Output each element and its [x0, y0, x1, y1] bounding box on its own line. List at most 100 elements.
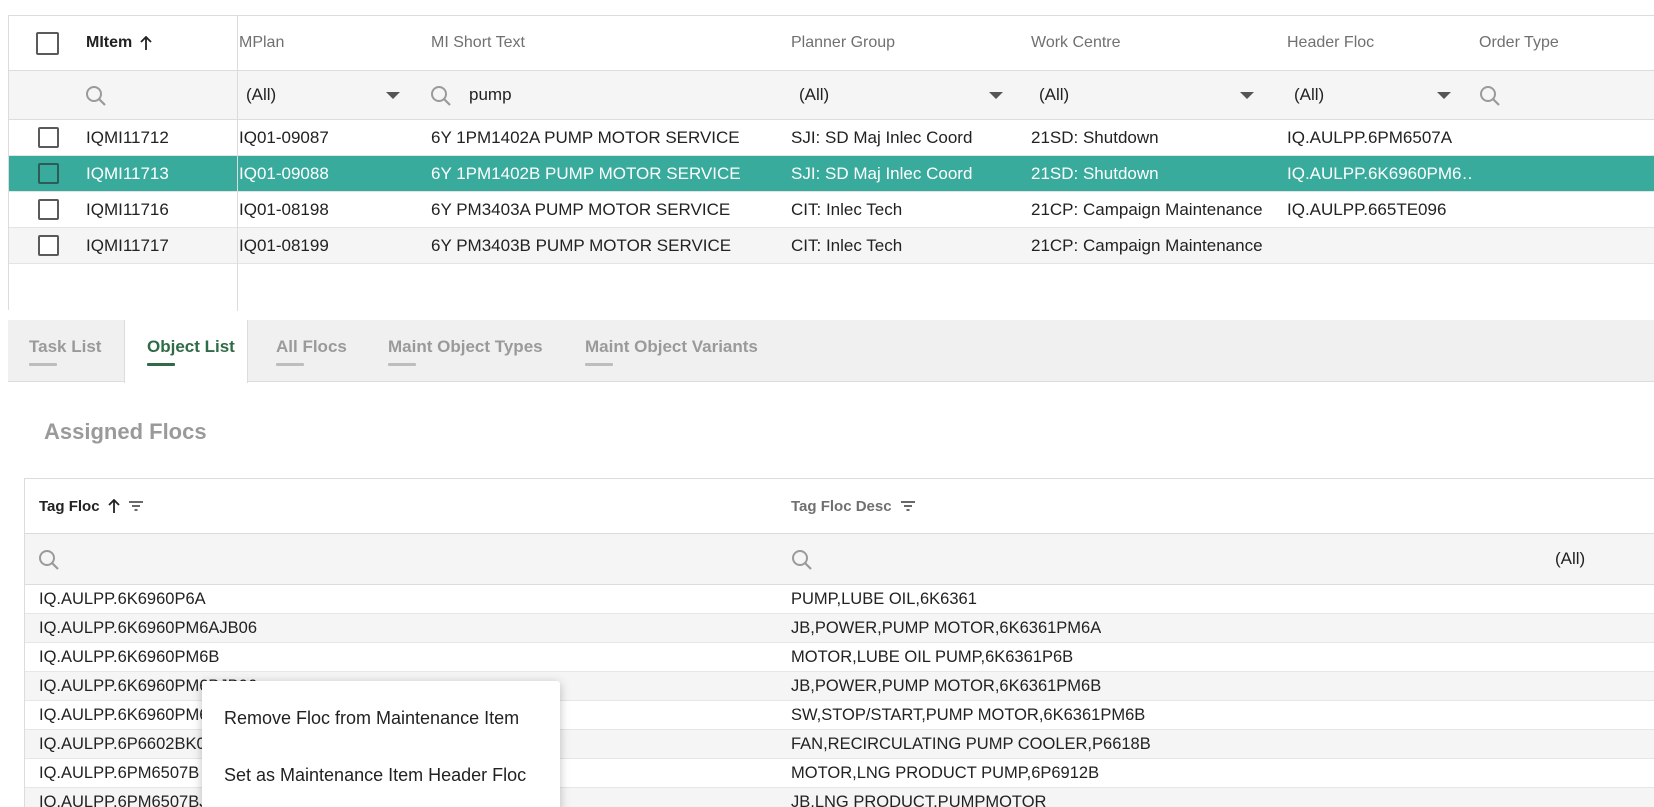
sort-ascending-icon	[140, 35, 152, 51]
cell-short-text: 6Y PM3403B PUMP MOTOR SERVICE	[431, 235, 732, 255]
column-header-work-centre[interactable]: Work Centre	[1031, 16, 1121, 70]
tab-label: Task List	[29, 336, 102, 356]
header-floc-filter-value: (All)	[1294, 85, 1325, 104]
tab-underline	[29, 362, 57, 366]
cell-mitem: IQMI11716	[86, 199, 169, 219]
context-menu: Remove Floc from Maintenance Item Set as…	[202, 681, 560, 807]
tab-maint-object-variants[interactable]: Maint Object Variants	[585, 320, 758, 382]
checkbox-icon[interactable]	[36, 31, 59, 55]
cell-header-floc: IQ.AULPP.6PM6507A	[1287, 127, 1453, 147]
table-row[interactable]: IQMI11712 IQ01-09087 6Y 1PM1402A PUMP MO…	[9, 120, 1654, 156]
cell-planner-group: CIT: Inlec Tech	[791, 199, 903, 219]
cell-work-centre: 21CP: Campaign Maintenance	[1031, 199, 1263, 219]
dropdown-arrow-icon	[1240, 92, 1254, 99]
grid-header-row: Tag Floc Tag Floc Desc	[25, 479, 1654, 534]
checkbox-icon[interactable]	[38, 235, 59, 256]
tab-label: Maint Object Types	[388, 336, 543, 356]
column-header-order-type[interactable]: Order Type	[1479, 16, 1559, 70]
column-header-tag-floc[interactable]: Tag Floc	[39, 479, 144, 533]
cell-tag-floc-desc: JB,POWER,PUMP MOTOR,6K6361PM6B	[791, 676, 1102, 695]
cell-tag-floc-desc: FAN,RECIRCULATING PUMP COOLER,P6618B	[791, 734, 1151, 753]
cell-tag-floc-desc: PUMP,LUBE OIL,6K6361	[791, 589, 977, 608]
checkbox-icon[interactable]	[38, 163, 59, 184]
cell-header-floc: IQ.AULPP.6K6960PM6…	[1287, 163, 1472, 183]
table-row-selected[interactable]: IQMI11713 IQ01-09088 6Y 1PM1402B PUMP MO…	[9, 156, 1654, 192]
cell-tag-floc: IQ.AULPP.6PM6507B	[39, 763, 200, 782]
tab-task-list[interactable]: Task List	[29, 320, 101, 382]
work-centre-filter-select[interactable]: (All)	[1039, 71, 1269, 119]
cell-header-floc: IQ.AULPP.665TE096	[1287, 199, 1447, 219]
mplan-filter-select[interactable]: (All)	[246, 71, 416, 119]
dropdown-arrow-icon	[386, 92, 400, 99]
cell-header-floc	[1287, 228, 1467, 263]
cell-mplan: IQ01-09088	[239, 163, 329, 183]
table-row[interactable]: IQMI11717 IQ01-08199 6Y PM3403B PUMP MOT…	[9, 228, 1654, 264]
column-header-short-text[interactable]: MI Short Text	[431, 16, 525, 70]
grid-filter-row: (All)	[25, 534, 1654, 585]
planner-group-filter-select[interactable]: (All)	[799, 71, 1019, 119]
cell-tag-floc: IQ.AULPP.6K6960P6A	[39, 589, 206, 608]
maintenance-items-grid: MItem MPlan MI Short Text Planner Group …	[8, 15, 1654, 311]
section-title: Assigned Flocs	[44, 419, 207, 444]
filter-icon[interactable]	[128, 500, 144, 512]
column-header-mitem[interactable]: MItem	[86, 16, 152, 70]
cell-tag-floc-desc: JB,LNG PRODUCT,PUMPMOTOR	[791, 792, 1047, 807]
tab-all-flocs[interactable]: All Flocs	[276, 320, 347, 382]
tab-maint-object-types[interactable]: Maint Object Types	[388, 320, 543, 382]
search-icon[interactable]	[85, 85, 107, 107]
cell-planner-group: SJI: SD Maj Inlec Coord	[791, 163, 973, 183]
tab-label: All Flocs	[276, 336, 347, 356]
cell-work-centre: 21SD: Shutdown	[1031, 163, 1159, 183]
column-header-tag-floc-label: Tag Floc	[39, 497, 100, 515]
search-icon[interactable]	[38, 549, 60, 571]
tag-floc-desc-filter-select[interactable]: (All)	[1555, 534, 1585, 584]
column-header-planner-group[interactable]: Planner Group	[791, 16, 895, 70]
search-icon[interactable]	[1479, 85, 1501, 107]
cell-short-text: 6Y 1PM1402A PUMP MOTOR SERVICE	[431, 127, 740, 147]
menu-item-remove-floc[interactable]: Remove Floc from Maintenance Item	[224, 708, 519, 729]
cell-mitem: IQMI11713	[86, 163, 169, 183]
table-row[interactable]: IQMI11716 IQ01-08198 6Y PM3403A PUMP MOT…	[9, 192, 1654, 228]
cell-tag-floc-desc: MOTOR,LNG PRODUCT PUMP,6P6912B	[791, 763, 1100, 782]
checkbox-icon[interactable]	[38, 199, 59, 220]
frozen-column-divider	[237, 16, 238, 311]
row-checkbox[interactable]	[38, 192, 59, 227]
checkbox-icon[interactable]	[38, 127, 59, 148]
tab-object-list[interactable]: Object List	[124, 320, 248, 383]
cell-mplan: IQ01-09087	[239, 127, 329, 147]
filter-icon[interactable]	[900, 500, 916, 512]
header-floc-filter-select[interactable]: (All)	[1294, 71, 1464, 119]
table-row[interactable]: IQ.AULPP.6K6960P6A PUMP,LUBE OIL,6K6361	[25, 585, 1654, 614]
cell-short-text: 6Y PM3403A PUMP MOTOR SERVICE	[431, 199, 731, 219]
planner-group-filter-value: (All)	[799, 85, 830, 104]
search-icon[interactable]	[791, 549, 813, 571]
column-header-header-floc[interactable]: Header Floc	[1287, 16, 1374, 70]
sort-ascending-icon	[107, 498, 120, 514]
table-row[interactable]: IQ.AULPP.6K6960PM6B MOTOR,LUBE OIL PUMP,…	[25, 643, 1654, 672]
tab-underline	[147, 363, 175, 366]
select-all-checkbox[interactable]	[36, 16, 59, 70]
column-header-mitem-label: MItem	[86, 34, 133, 51]
column-header-mplan[interactable]: MPlan	[239, 16, 284, 70]
cell-planner-group: SJI: SD Maj Inlec Coord	[791, 127, 973, 147]
tab-label: Object List	[147, 337, 235, 356]
cell-mplan: IQ01-08198	[239, 199, 329, 219]
tab-label: Maint Object Variants	[585, 336, 758, 356]
table-row[interactable]: IQ.AULPP.6K6960PM6AJB06 JB,POWER,PUMP MO…	[25, 614, 1654, 643]
cell-tag-floc-desc: JB,POWER,PUMP MOTOR,6K6361PM6A	[791, 618, 1102, 637]
cell-mitem: IQMI11717	[86, 235, 169, 255]
menu-item-set-header-floc[interactable]: Set as Maintenance Item Header Floc	[224, 765, 526, 786]
row-checkbox[interactable]	[38, 228, 59, 263]
cell-tag-floc: IQ.AULPP.6P6602BK01	[39, 734, 215, 753]
row-checkbox[interactable]	[38, 120, 59, 155]
cell-planner-group: CIT: Inlec Tech	[791, 235, 903, 255]
short-text-filter-input[interactable]: pump	[469, 71, 769, 119]
cell-work-centre: 21CP: Campaign Maintenance	[1031, 235, 1263, 255]
cell-mitem: IQMI11712	[86, 127, 169, 147]
column-header-tag-floc-desc[interactable]: Tag Floc Desc	[791, 479, 916, 533]
row-checkbox[interactable]	[38, 156, 59, 191]
dropdown-arrow-icon	[1437, 92, 1451, 99]
search-icon[interactable]	[430, 85, 452, 107]
dropdown-arrow-icon	[989, 92, 1003, 99]
cell-work-centre: 21SD: Shutdown	[1031, 127, 1159, 147]
